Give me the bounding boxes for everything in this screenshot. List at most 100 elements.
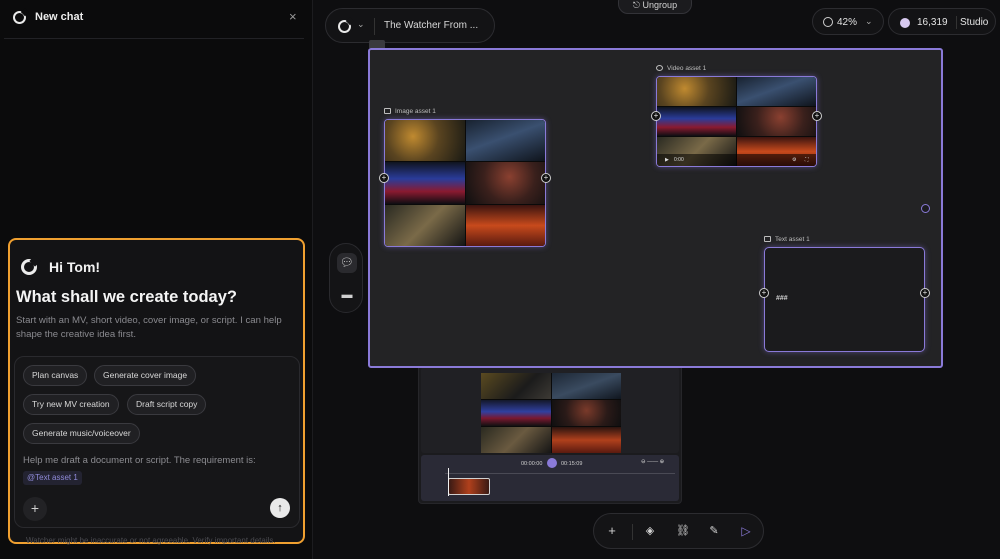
- text-icon: [764, 236, 771, 242]
- compose-box[interactable]: Plan canvas Generate cover image Try new…: [14, 356, 300, 528]
- video-asset-right-handle[interactable]: +: [812, 111, 822, 121]
- studio-button[interactable]: Studio: [960, 17, 988, 28]
- ungroup-button[interactable]: ⎋ Ungroup: [618, 0, 692, 14]
- video-thumbnail: [657, 77, 736, 106]
- image-thumbnail[interactable]: [465, 120, 545, 162]
- preview-grid: [481, 373, 621, 453]
- group-connect-handle[interactable]: [921, 204, 930, 213]
- zoom-control[interactable]: 42% ⌄: [812, 8, 884, 35]
- preview-thumbnail: [551, 400, 621, 426]
- play-icon[interactable]: ▶: [665, 157, 669, 163]
- video-time: 0:00: [674, 157, 684, 163]
- project-menu[interactable]: ⌄ The Watcher From ...: [325, 8, 495, 43]
- video-asset-label-text: Video asset 1: [667, 65, 707, 72]
- chip-try-new-mv-creation[interactable]: Try new MV creation: [23, 394, 119, 415]
- preview-thumbnail: [551, 373, 621, 399]
- video-asset-left-handle[interactable]: +: [651, 111, 661, 121]
- timeline-clip[interactable]: [448, 478, 490, 495]
- image-thumbnail[interactable]: [465, 204, 545, 246]
- image-icon: [384, 108, 391, 114]
- add-attachment-button[interactable]: +: [23, 497, 47, 521]
- image-asset-label: Image asset 1: [384, 108, 436, 115]
- app-logo-icon: [13, 11, 26, 24]
- playhead[interactable]: [448, 468, 449, 496]
- ungroup-icon: ⎋: [632, 0, 643, 10]
- video-thumbnail: [737, 107, 816, 136]
- chat-panel: New chat × Hi Tom! What shall we create …: [0, 0, 313, 559]
- video-controls: ▶ 0:00 ⚙ ⛶: [657, 154, 816, 166]
- video-icon: [656, 65, 663, 71]
- divider: [374, 18, 375, 35]
- text-asset-label: Text asset 1: [764, 236, 810, 243]
- group-tab[interactable]: [369, 40, 385, 48]
- zoom-out-icon[interactable]: ⊖ —— ⊕: [641, 459, 664, 465]
- image-thumbnail[interactable]: [385, 120, 465, 162]
- chip-generate-music-voiceover[interactable]: Generate music/voiceover: [23, 423, 140, 444]
- add-icon[interactable]: +: [603, 522, 621, 540]
- chip-generate-cover-image[interactable]: Generate cover image: [94, 365, 197, 386]
- app-root: New chat × Hi Tom! What shall we create …: [0, 0, 1000, 559]
- welcome-card: Hi Tom! What shall we create today? Star…: [8, 238, 305, 544]
- app-logo-icon: [338, 20, 351, 33]
- link-icon[interactable]: ⛓: [674, 522, 692, 540]
- preview-thumbnail: [481, 400, 551, 426]
- image-thumbnail[interactable]: [465, 162, 545, 204]
- fullscreen-icon[interactable]: ⛶: [805, 157, 809, 163]
- zoom-icon: [823, 17, 833, 27]
- video-asset-card[interactable]: ▶ 0:00 ⚙ ⛶: [656, 76, 817, 167]
- text-asset-content: ###: [776, 295, 788, 302]
- chip-plan-canvas[interactable]: Plan canvas: [23, 365, 88, 386]
- play-circle-icon[interactable]: ▷: [737, 522, 755, 540]
- divider: [632, 524, 633, 540]
- timeline[interactable]: 00:00:00 00:15:09 ⊖ —— ⊕: [421, 455, 679, 501]
- subtext: Start with an MV, short video, cover ima…: [16, 315, 282, 340]
- layers-icon[interactable]: ◈: [641, 522, 659, 540]
- video-grid: [657, 77, 816, 166]
- play-icon[interactable]: [547, 458, 557, 468]
- image-asset-left-handle[interactable]: +: [379, 173, 389, 183]
- chat-header: New chat ×: [0, 0, 313, 38]
- folder-icon[interactable]: ▬: [337, 285, 357, 305]
- chevron-down-icon[interactable]: ⌄: [357, 19, 365, 30]
- text-asset-right-handle[interactable]: +: [920, 288, 930, 298]
- preview-thumbnail: [481, 373, 551, 399]
- bottom-toolbar: + ◈ ⛓ ✎ ▷: [593, 513, 764, 549]
- timeline-total-time: 00:15:09: [561, 461, 583, 467]
- credits-pill[interactable]: 16,319 Studio: [888, 8, 996, 35]
- video-thumbnail: [657, 107, 736, 136]
- assistant-logo-icon: [21, 259, 37, 275]
- editor-preview: [421, 367, 679, 453]
- settings-icon[interactable]: ⚙: [792, 157, 796, 163]
- text-asset-card[interactable]: ###: [764, 247, 925, 352]
- prompt-input[interactable]: Help me draft a document or script. The …: [23, 455, 256, 466]
- video-asset-label: Video asset 1: [656, 65, 706, 72]
- chat-bubble-icon[interactable]: 💬︎: [337, 253, 357, 273]
- side-toolbar: 💬︎ ▬: [329, 243, 363, 313]
- edit-map-icon[interactable]: ✎: [705, 522, 723, 540]
- image-asset-label-text: Image asset 1: [395, 108, 436, 115]
- preview-thumbnail: [551, 427, 621, 453]
- credits-icon: [900, 18, 910, 28]
- video-editor[interactable]: 00:00:00 00:15:09 ⊖ —— ⊕: [418, 364, 682, 504]
- image-thumbnail[interactable]: [385, 204, 465, 246]
- chevron-down-icon[interactable]: ⌄: [865, 16, 873, 27]
- text-asset-left-handle[interactable]: +: [759, 288, 769, 298]
- headline: What shall we create today?: [16, 288, 237, 306]
- project-title[interactable]: The Watcher From ...: [384, 20, 478, 31]
- greeting: Hi Tom!: [49, 259, 101, 275]
- send-button[interactable]: ↑: [270, 498, 290, 518]
- divider: [956, 16, 957, 29]
- chip-draft-script-copy[interactable]: Draft script copy: [127, 394, 207, 415]
- ungroup-label: Ungroup: [642, 0, 678, 10]
- image-asset-right-handle[interactable]: +: [541, 173, 551, 183]
- footnote: Watcher might be inaccurate or not agree…: [26, 536, 276, 545]
- close-icon[interactable]: ×: [289, 9, 297, 24]
- chat-title: New chat: [35, 11, 84, 23]
- image-asset-card[interactable]: [384, 119, 546, 247]
- timeline-ruler: [445, 473, 675, 474]
- video-thumbnail: [737, 77, 816, 106]
- image-thumbnail[interactable]: [385, 162, 465, 204]
- text-asset-label-text: Text asset 1: [775, 236, 810, 243]
- mention-tag[interactable]: @Text asset 1: [23, 471, 82, 485]
- preview-thumbnail: [481, 427, 551, 453]
